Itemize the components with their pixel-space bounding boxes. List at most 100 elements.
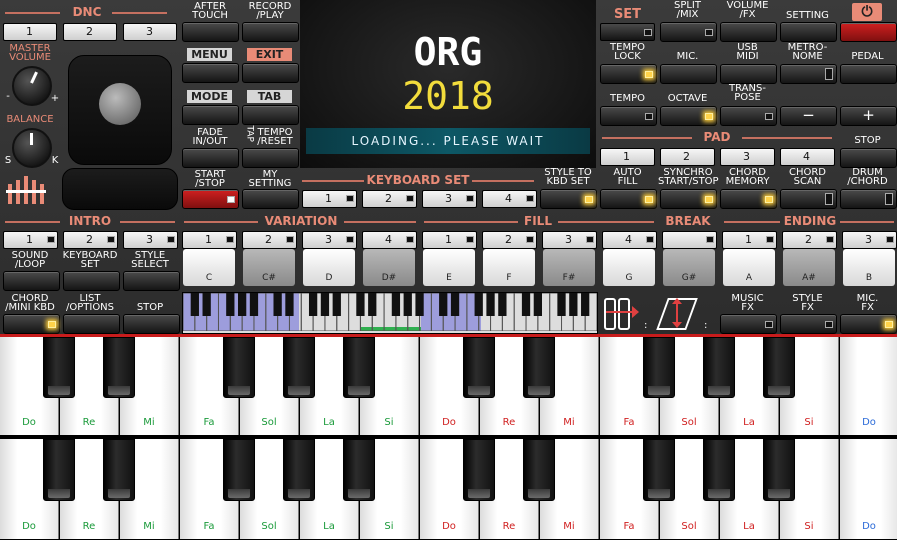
- note-button-g-sharp[interactable]: G#: [663, 249, 715, 286]
- power-icon[interactable]: ⏻: [852, 3, 882, 21]
- intro-button-2[interactable]: 2: [63, 231, 118, 249]
- note-button-b[interactable]: B: [843, 249, 895, 286]
- split-mix-button[interactable]: [660, 22, 717, 42]
- record-play-button[interactable]: [242, 22, 299, 42]
- tempo-lock-button[interactable]: [600, 64, 657, 84]
- synchro-button[interactable]: [660, 189, 717, 209]
- variation-button-3[interactable]: 3: [302, 231, 357, 249]
- black-key[interactable]: [223, 439, 255, 501]
- dnc-button-2[interactable]: 2: [63, 23, 117, 41]
- pad-button-1[interactable]: 1: [600, 148, 655, 166]
- intro-button-1[interactable]: 1: [3, 231, 58, 249]
- tab-button[interactable]: [242, 105, 299, 125]
- pad-button-3[interactable]: 3: [720, 148, 775, 166]
- black-key[interactable]: [703, 439, 735, 501]
- black-key[interactable]: [463, 337, 495, 398]
- auto-fill-button[interactable]: [600, 189, 657, 209]
- usb-midi-button[interactable]: [720, 64, 777, 84]
- ending-button-1[interactable]: 1: [722, 231, 777, 249]
- set-button[interactable]: [600, 23, 655, 41]
- note-button-c[interactable]: C: [183, 249, 235, 286]
- minus-button[interactable]: −: [780, 106, 837, 126]
- music-fx-button[interactable]: [720, 314, 777, 334]
- mic-fx-button[interactable]: [840, 314, 897, 334]
- ending-button-3[interactable]: 3: [842, 231, 897, 249]
- style-fx-button[interactable]: [780, 314, 837, 334]
- plus-button[interactable]: +: [840, 106, 897, 126]
- note-button-a[interactable]: A: [723, 249, 775, 286]
- black-key[interactable]: [763, 337, 795, 398]
- black-key[interactable]: [703, 337, 735, 398]
- intro-button-3[interactable]: 3: [123, 231, 178, 249]
- black-key[interactable]: [523, 337, 555, 398]
- note-button-a-sharp[interactable]: A#: [783, 249, 835, 286]
- ribbon-controller[interactable]: [62, 168, 178, 210]
- keyboard-set-button-3[interactable]: 3: [422, 190, 477, 208]
- note-button-d-sharp[interactable]: D#: [363, 249, 415, 286]
- note-button-f[interactable]: F: [483, 249, 535, 286]
- black-key[interactable]: [643, 337, 675, 398]
- black-key[interactable]: [343, 337, 375, 398]
- note-button-g[interactable]: G: [603, 249, 655, 286]
- joystick-pad[interactable]: [68, 55, 172, 165]
- after-touch-button[interactable]: [182, 22, 239, 42]
- fill-button-1[interactable]: 1: [422, 231, 477, 249]
- keyboard-set-button-2[interactable]: 2: [362, 190, 417, 208]
- start-stop-button[interactable]: [182, 189, 239, 209]
- transpose-button[interactable]: [720, 106, 777, 126]
- joystick-knob[interactable]: [99, 83, 141, 125]
- keyboard-set-button-4[interactable]: 4: [482, 190, 537, 208]
- equalizer-icon[interactable]: [6, 176, 54, 206]
- keyboard-set-button-1[interactable]: 1: [302, 190, 357, 208]
- chord-scan-button[interactable]: [780, 189, 837, 209]
- black-key[interactable]: [283, 337, 315, 398]
- black-key[interactable]: [643, 439, 675, 501]
- dnc-button-3[interactable]: 3: [123, 23, 177, 41]
- note-button-c-sharp[interactable]: C#: [243, 249, 295, 286]
- my-setting-button[interactable]: [242, 189, 299, 209]
- balance-knob[interactable]: [12, 128, 52, 168]
- note-button-f-sharp[interactable]: F#: [543, 249, 595, 286]
- pedal-button[interactable]: [840, 64, 897, 84]
- black-key[interactable]: [763, 439, 795, 501]
- style-select-button[interactable]: [123, 271, 180, 291]
- black-key[interactable]: [103, 337, 135, 398]
- mode-button[interactable]: [182, 105, 239, 125]
- metronome-button[interactable]: [780, 64, 837, 84]
- piano-keyboard[interactable]: Do Re Mi Fa Sol La Si Do Re Mi Fa Sol La Si Do Do Re Mi Fa…: [0, 337, 899, 540]
- variation-button-4[interactable]: 4: [362, 231, 417, 249]
- black-key[interactable]: [43, 439, 75, 501]
- pad-button-4[interactable]: 4: [780, 148, 835, 166]
- pad-stop-button[interactable]: [840, 148, 897, 168]
- style-to-kbd-button[interactable]: [540, 189, 597, 209]
- black-key[interactable]: [103, 439, 135, 501]
- chord-mini-button[interactable]: [3, 314, 60, 334]
- volume-fx-button[interactable]: [720, 22, 777, 42]
- tap-tempo-button[interactable]: [242, 148, 299, 168]
- fill-button-2[interactable]: 2: [482, 231, 537, 249]
- setting-button[interactable]: [780, 22, 837, 42]
- stop-button[interactable]: [123, 314, 180, 334]
- note-button-e[interactable]: E: [423, 249, 475, 286]
- mic-button[interactable]: [660, 64, 717, 84]
- break-button[interactable]: [662, 231, 717, 249]
- chord-memory-button[interactable]: [720, 189, 777, 209]
- drum-chord-button[interactable]: [840, 189, 897, 209]
- black-key[interactable]: [223, 337, 255, 398]
- black-key[interactable]: [463, 439, 495, 501]
- variation-button-2[interactable]: 2: [242, 231, 297, 249]
- variation-button-1[interactable]: 1: [182, 231, 237, 249]
- ending-button-2[interactable]: 2: [782, 231, 837, 249]
- note-button-d[interactable]: D: [303, 249, 355, 286]
- mini-keyboard-range[interactable]: [182, 292, 598, 334]
- pitch-bend-icon[interactable]: :: [656, 294, 714, 332]
- tempo-button[interactable]: [600, 106, 657, 126]
- fill-button-4[interactable]: 4: [602, 231, 657, 249]
- octave-button[interactable]: [660, 106, 717, 126]
- keyboard-set-opt-button[interactable]: [63, 271, 120, 291]
- pad-button-2[interactable]: 2: [660, 148, 715, 166]
- list-options-button[interactable]: [63, 314, 120, 334]
- menu-button[interactable]: [182, 63, 239, 83]
- black-key[interactable]: [283, 439, 315, 501]
- dnc-button-1[interactable]: 1: [3, 23, 57, 41]
